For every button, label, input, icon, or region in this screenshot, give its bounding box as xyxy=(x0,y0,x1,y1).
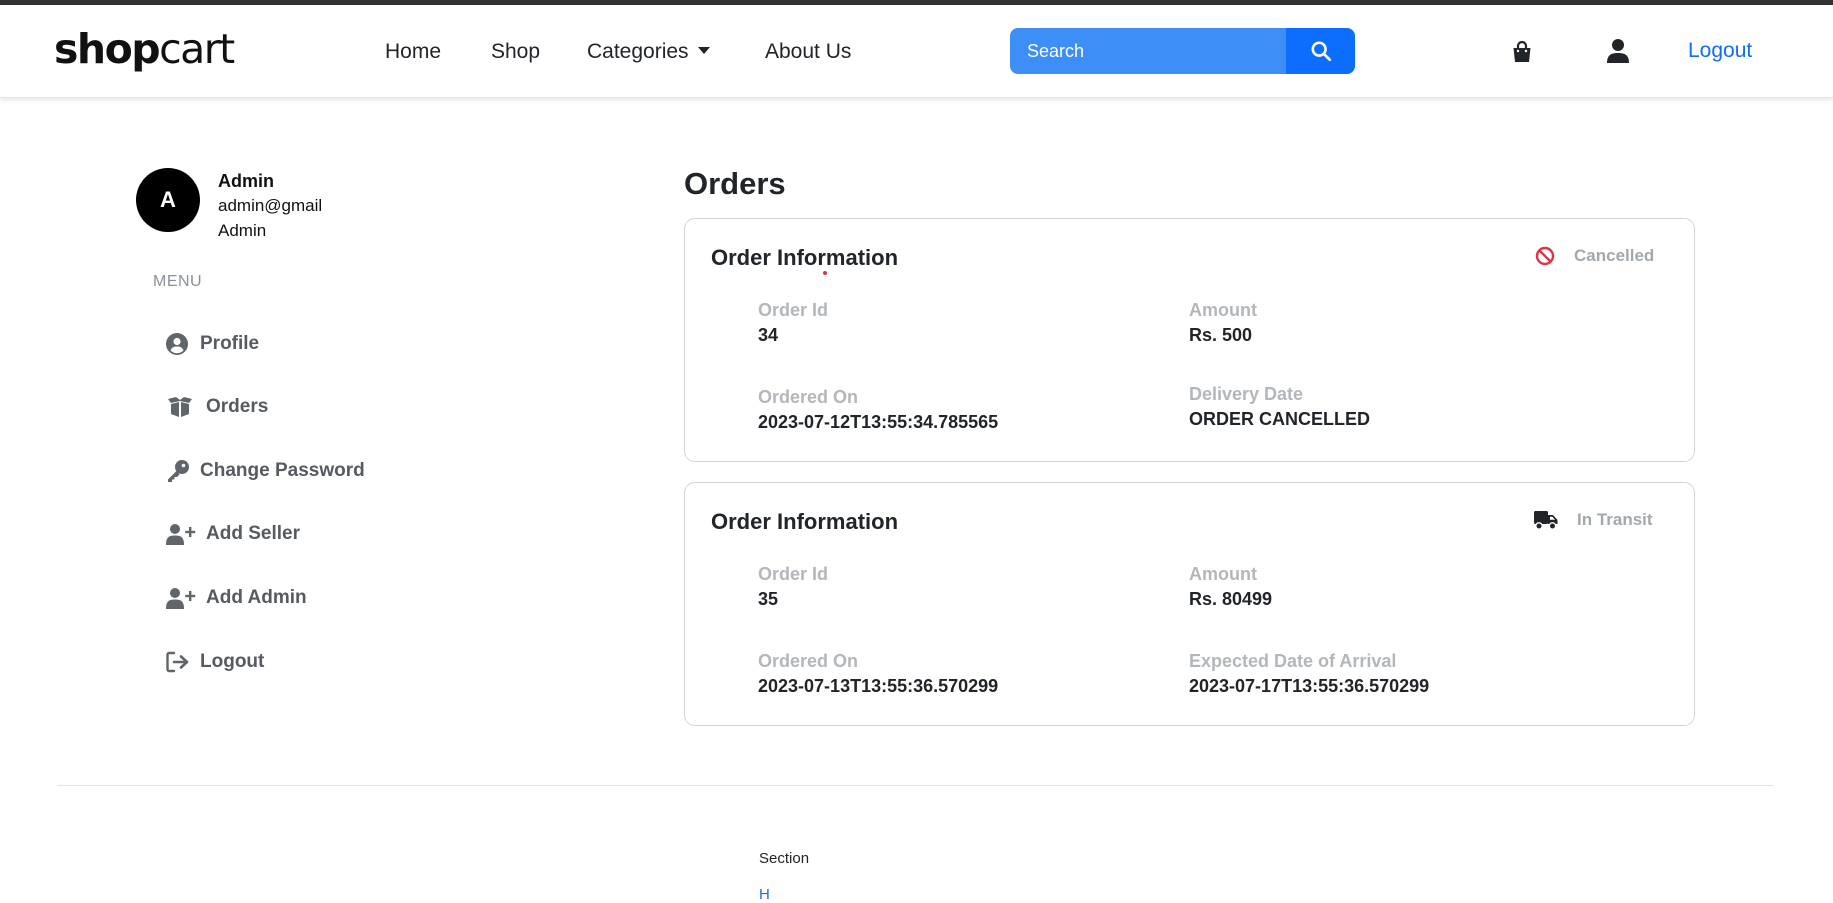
expected-arrival-label: Expected Date of Arrival xyxy=(1189,651,1397,671)
order-card: Order Information In Transit Order Id 35… xyxy=(684,482,1695,726)
delivery-date-label: Delivery Date xyxy=(1189,384,1304,404)
order-id-label: Order Id xyxy=(758,564,829,584)
amount-label: Amount xyxy=(1189,300,1257,320)
sidebar-item-profile[interactable]: Profile xyxy=(166,329,259,359)
user-icon[interactable] xyxy=(1606,38,1630,69)
status-text: Cancelled xyxy=(1574,246,1655,265)
nav-categories[interactable]: Categories xyxy=(587,39,710,65)
amount-value: Rs. 80499 xyxy=(1189,589,1273,609)
sidebar-item-logout[interactable]: Logout xyxy=(166,647,264,677)
order-id-label: Order Id xyxy=(758,300,829,320)
avatar: A xyxy=(136,168,200,232)
brand-part1: shop xyxy=(54,25,161,73)
search-form xyxy=(1010,28,1355,74)
ordered-on-label: Ordered On xyxy=(758,387,859,407)
user-email: admin@gmail xyxy=(218,196,323,215)
sidebar-item-orders[interactable]: Orders xyxy=(166,392,268,422)
decorative-dot xyxy=(823,271,827,275)
truck-icon xyxy=(1534,511,1558,530)
shopping-bag-icon[interactable] xyxy=(1511,40,1533,69)
status-badge: Cancelled xyxy=(1535,246,1654,266)
navbar: shopcart Home Shop Categories About Us L… xyxy=(0,5,1833,98)
ordered-on-label: Ordered On xyxy=(758,651,859,671)
search-input[interactable] xyxy=(1010,28,1286,74)
sidebar-item-add-admin[interactable]: Add Admin xyxy=(166,583,307,613)
amount-label: Amount xyxy=(1189,564,1257,584)
page-title: Orders xyxy=(684,166,786,201)
brand-part2: cart xyxy=(159,25,235,73)
brand-logo[interactable]: shopcart xyxy=(54,25,235,73)
ban-icon xyxy=(1535,246,1555,266)
user-role: Admin xyxy=(218,221,267,240)
sidebar-item-add-seller[interactable]: Add Seller xyxy=(166,519,300,549)
menu-label: MENU xyxy=(153,273,203,290)
status-badge: In Transit xyxy=(1534,510,1653,530)
status-text: In Transit xyxy=(1577,510,1653,529)
sidebar-item-label: Add Seller xyxy=(206,523,300,544)
nav-shop[interactable]: Shop xyxy=(491,39,540,65)
sidebar-item-label: Add Admin xyxy=(206,587,307,608)
delivery-date-value: ORDER CANCELLED xyxy=(1189,409,1371,429)
footer-link[interactable]: H xyxy=(759,886,770,903)
expected-arrival-value: 2023-07-17T13:55:36.570299 xyxy=(1189,676,1430,696)
search-icon xyxy=(1310,41,1331,62)
order-card-title: Order Information xyxy=(711,245,899,270)
key-icon xyxy=(166,459,196,483)
sidebar-item-label: Profile xyxy=(200,333,260,354)
user-circle-icon xyxy=(166,333,196,355)
sidebar-item-label: Orders xyxy=(206,396,269,417)
nav-logout-link[interactable]: Logout xyxy=(1688,39,1752,63)
order-id-value: 34 xyxy=(758,325,779,345)
boxes-icon xyxy=(166,396,196,418)
user-plus-icon xyxy=(166,523,196,545)
sidebar-item-label: Logout xyxy=(200,651,265,672)
sign-out-icon xyxy=(166,651,196,673)
nav-about-us[interactable]: About Us xyxy=(765,39,851,65)
order-card: Order Information Cancelled Order Id 34 … xyxy=(684,218,1695,462)
ordered-on-value: 2023-07-12T13:55:34.785565 xyxy=(758,412,999,432)
nav-categories-label: Categories xyxy=(587,40,689,63)
order-id-value: 35 xyxy=(758,589,779,609)
caret-down-icon xyxy=(697,47,710,54)
user-name: Admin xyxy=(218,171,274,191)
footer-section-heading: Section xyxy=(759,850,810,867)
order-card-title: Order Information xyxy=(711,509,899,534)
ordered-on-value: 2023-07-13T13:55:36.570299 xyxy=(758,676,999,696)
user-plus-icon xyxy=(166,587,196,609)
footer-divider xyxy=(57,785,1774,786)
sidebar-item-change-password[interactable]: Change Password xyxy=(166,456,365,486)
search-button[interactable] xyxy=(1286,28,1355,74)
nav-home[interactable]: Home xyxy=(385,39,441,65)
sidebar-item-label: Change Password xyxy=(200,460,365,481)
amount-value: Rs. 500 xyxy=(1189,325,1253,345)
